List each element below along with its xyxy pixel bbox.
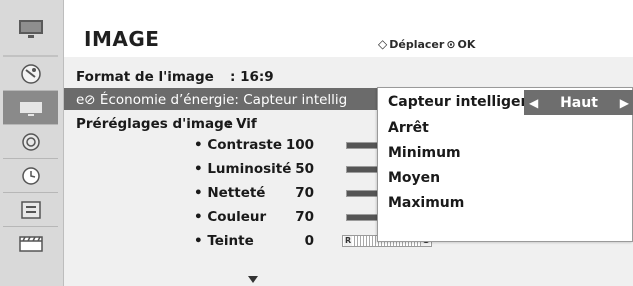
arrow-left-icon[interactable]: ◀ bbox=[529, 96, 538, 110]
hint-move-label: Déplacer bbox=[389, 37, 445, 51]
eco-icon: e⊘ bbox=[76, 92, 100, 108]
dropdown-current-row[interactable]: Capteur intelligent ◀ Haut ▶ bbox=[378, 90, 633, 115]
sharpness-value: 70 bbox=[295, 185, 314, 201]
sidebar-item-setup[interactable] bbox=[3, 57, 58, 91]
picture-menu-screen: IMAGE ◇ Déplacer ⊙ OK Format de l'image … bbox=[0, 0, 633, 286]
arrow-right-icon[interactable]: ▶ bbox=[620, 96, 629, 110]
ok-button-icon: ⊙ bbox=[446, 37, 456, 51]
sidebar-item-media[interactable] bbox=[3, 227, 58, 261]
clock-icon bbox=[21, 166, 40, 185]
picture-icon bbox=[19, 101, 42, 116]
color-value: 70 bbox=[295, 209, 314, 225]
format-value: : 16:9 bbox=[230, 69, 274, 85]
sidebar-item-time[interactable] bbox=[3, 159, 58, 193]
option-icon bbox=[20, 200, 41, 219]
tint-label: • Teinte bbox=[194, 233, 254, 249]
energy-saving-dropdown: Capteur intelligent ◀ Haut ▶ Arrêt Minim… bbox=[377, 87, 633, 242]
dropdown-option[interactable]: Minimum bbox=[378, 141, 633, 166]
dropdown-option[interactable]: Maximum bbox=[378, 191, 633, 216]
move-arrows-icon: ◇ bbox=[378, 37, 388, 51]
dropdown-current-label: Capteur intelligent bbox=[388, 94, 538, 110]
page-title: IMAGE bbox=[84, 27, 160, 51]
energy-saving-label: e⊘ Économie d’énergie: Capteur intellig bbox=[76, 92, 348, 108]
navigation-hint: ◇ Déplacer ⊙ OK bbox=[378, 37, 475, 51]
scroll-down-icon[interactable] bbox=[248, 276, 258, 283]
tv-icon bbox=[18, 19, 43, 38]
menu-sidebar bbox=[0, 0, 64, 286]
sidebar-item-option[interactable] bbox=[3, 193, 58, 227]
sidebar-item-tv[interactable] bbox=[3, 0, 58, 57]
dropdown-option[interactable]: Moyen bbox=[378, 166, 633, 191]
sidebar-item-audio[interactable] bbox=[3, 125, 58, 159]
picture-preset-value: : Vif bbox=[226, 116, 257, 132]
brightness-value: 50 bbox=[295, 161, 314, 177]
menu-header: IMAGE ◇ Déplacer ⊙ OK bbox=[64, 0, 633, 57]
selected-value: Haut bbox=[560, 94, 598, 111]
contrast-value: 100 bbox=[285, 137, 314, 153]
dropdown-option[interactable]: Arrêt bbox=[378, 116, 633, 141]
format-label: Format de l'image bbox=[76, 69, 214, 85]
sidebar-item-picture[interactable] bbox=[3, 91, 58, 125]
picture-preset-label: Préréglages d'image bbox=[76, 116, 233, 132]
audio-icon bbox=[21, 132, 40, 151]
contrast-label: • Contraste bbox=[194, 137, 282, 153]
color-label: • Couleur bbox=[194, 209, 267, 225]
format-row[interactable]: Format de l'image : 16:9 bbox=[64, 65, 633, 87]
hint-ok-label: OK bbox=[457, 37, 476, 51]
sharpness-label: • Netteté bbox=[194, 185, 266, 201]
value-selector[interactable]: ◀ Haut ▶ bbox=[524, 90, 633, 115]
tint-left-label: R bbox=[344, 236, 353, 246]
media-icon bbox=[18, 236, 43, 252]
satellite-dish-icon bbox=[20, 63, 41, 84]
tint-value: 0 bbox=[304, 233, 314, 249]
